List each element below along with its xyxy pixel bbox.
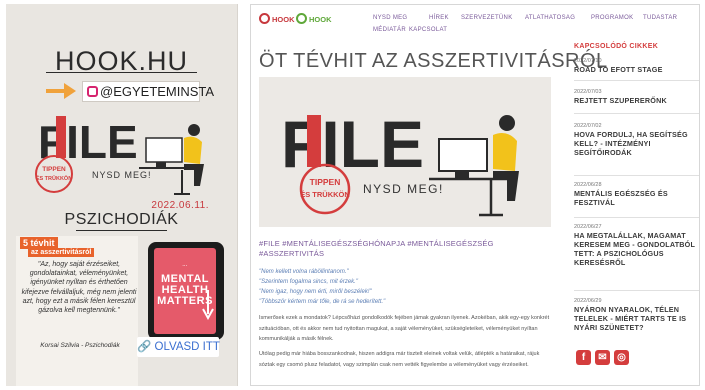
article-title: ÖT TÉVHIT AZ ASSZERTIVITÁSRÓL: [259, 50, 608, 72]
quote-line: "Szerintem fogalma sincs, mit érzek.": [259, 279, 358, 285]
nav-atlathatosag[interactable]: ATLATHATOSAG: [525, 15, 575, 21]
screenshot-root: HOOK.HU @EGYETEMINSTA FILE NYSD MEG! TIP…: [0, 0, 705, 390]
hero-art-stamp-top: TIPPEN: [310, 177, 341, 187]
hero-art-stamp-bottom: ÉS TRÜKKÖN: [300, 190, 350, 199]
nav-szervezetunk[interactable]: SZERVEZETÜNK: [461, 15, 513, 21]
sidebar-divider: [574, 80, 699, 81]
related-article[interactable]: 2022/07/10 ROAD TO EFOTT STAGE: [574, 57, 699, 74]
tablet-small-text: ...: [182, 262, 188, 268]
site-header: HOOK HOOK NYSD MEG HÍREK SZERVEZETÜNK AT…: [251, 5, 699, 45]
hook2-logo-icon: [296, 13, 307, 24]
brand-hook-logo[interactable]: HOOK: [259, 13, 295, 27]
read-here-link[interactable]: 🔗 OLVASD ITT: [137, 337, 220, 357]
related-article[interactable]: 2022/06/27 HA MEGTALÁLLAK, MAGAMAT KERES…: [574, 223, 699, 267]
nav-nysd-meg[interactable]: NYSD MEG: [373, 15, 407, 21]
story-art-word: FILE: [38, 116, 138, 168]
brand-hook2-logo[interactable]: HOOK: [296, 13, 332, 27]
article-paragraph: Ismerősek ezek a mondatok? Lépcsőházi go…: [259, 315, 550, 342]
related-article-date: 2022/07/02: [574, 123, 602, 129]
quote-line: "Többször kértem már tőle, de rá se hede…: [259, 299, 386, 305]
related-article-date: 2022/06/27: [574, 224, 602, 230]
facebook-icon[interactable]: f: [576, 350, 591, 365]
related-article-title: HOVA FORDULJ, HA SEGÍTSÉG KELL? - INTÉZM…: [574, 130, 688, 157]
brand-hook2-label: HOOK: [309, 15, 332, 24]
story-title: PSZICHODIÁK: [64, 211, 179, 228]
related-article-date: 2022/07/03: [574, 89, 602, 95]
sidebar-divider: [574, 175, 699, 176]
nav-kapcsolat[interactable]: KAPCSOLAT: [409, 27, 447, 33]
sidebar-divider: [574, 290, 699, 291]
story-art-stamp-top: TIPPEN: [42, 166, 66, 173]
arrow-right-icon: [46, 83, 76, 99]
related-article-date: 2022/06/28: [574, 182, 602, 188]
quote-line: "Nem kellett volna ráböllintanom.": [259, 269, 349, 275]
related-article-date: 2022/06/29: [574, 298, 602, 304]
story-quote: "Az, hogy saját érzéseiket, gondolataink…: [21, 261, 137, 315]
related-article-title: REJTETT SZUPERERŐNK: [574, 96, 667, 105]
mail-icon[interactable]: ✉: [595, 350, 610, 365]
related-articles-heading: KAPCSOLÓDÓ CIKKEK: [574, 43, 659, 50]
hero-art-sub: NYSD MEG!: [363, 182, 444, 196]
sidebar-divider: [574, 113, 699, 114]
hook-logo-icon: [259, 13, 270, 24]
article-quotes: "Nem kellett volna ráböllintanom." "Szer…: [259, 267, 551, 307]
article-tags[interactable]: #FILE #MENTÁLISEGÉSZSÉGHÓNAPJA #MENTÁLIS…: [259, 239, 551, 259]
related-article-title: HA MEGTALÁLLAK, MAGAMAT KERESEM MEG - GO…: [574, 231, 695, 267]
story-date: 2022.06.11.: [151, 200, 209, 211]
instagram-icon[interactable]: ◎: [614, 350, 629, 365]
story-art-stamp-bottom: ÉS TRÜKKÖN: [36, 174, 72, 182]
file-logo-illustration: FILE NYSD MEG! TIPPEN ÉS TRÜKKÖN: [35, 116, 204, 195]
related-article-title: NYÁRON NYARALOK, TÉLEN TELELEK - MIÉRT T…: [574, 305, 687, 332]
story-badge-sub: az asszertivitásról: [28, 248, 95, 257]
story-author: Korsai Szilvia - Pszichodiák: [40, 342, 120, 349]
related-article[interactable]: 2022/07/02 HOVA FORDULJ, HA SEGÍTSÉG KEL…: [574, 122, 699, 157]
story-logo-divider: [46, 72, 197, 73]
related-article[interactable]: 2022/06/28 MENTÁLIS EGÉSZSÉG ÉS FESZTIVÁ…: [574, 181, 699, 207]
hero-file-illustration: FILE NYSD MEG! TIPPEN ÉS TRÜKKÖN: [281, 107, 519, 217]
sidebar-divider: [574, 217, 699, 218]
nav-hirek[interactable]: HÍREK: [429, 15, 449, 21]
article-paragraph: Utólag pedig már hiába bosszankodnak, hi…: [259, 351, 540, 368]
brand-hook-label: HOOK: [272, 15, 295, 24]
quote-line: "Nem igaz, hogy nem érti, miről beszélek…: [259, 289, 372, 295]
nav-tudastar[interactable]: TUDASTAR: [643, 15, 677, 21]
instagram-icon: [87, 86, 98, 97]
read-here-label: OLVASD ITT: [154, 341, 220, 353]
related-article-title: MENTÁLIS EGÉSZSÉG ÉS FESZTIVÁL: [574, 189, 668, 207]
related-article[interactable]: 2022/06/29 NYÁRON NYARALOK, TÉLEN TELELE…: [574, 297, 699, 332]
related-article[interactable]: 2022/07/03 REJTETT SZUPERERŐNK: [574, 88, 699, 105]
instagram-story-panel[interactable]: HOOK.HU @EGYETEMINSTA FILE NYSD MEG! TIP…: [6, 4, 238, 386]
story-handle: @EGYETEMINSTA: [100, 84, 215, 99]
arrow-down-icon: [202, 290, 214, 320]
nav-mediatar[interactable]: MÉDIATÁR: [373, 27, 406, 33]
related-article-title: ROAD TO EFOTT STAGE: [574, 65, 663, 74]
story-title-divider: [76, 230, 167, 231]
nav-programok[interactable]: PROGRAMOK: [591, 15, 633, 21]
related-article-date: 2022/07/10: [574, 58, 602, 64]
story-handle-tag[interactable]: @EGYETEMINSTA: [82, 81, 214, 102]
hero-art-word: FILE: [281, 107, 424, 181]
link-icon: 🔗: [137, 341, 152, 353]
website-screenshot: HOOK HOOK NYSD MEG HÍREK SZERVEZETÜNK AT…: [250, 4, 700, 386]
story-art-sub: NYSD MEG!: [92, 170, 152, 180]
